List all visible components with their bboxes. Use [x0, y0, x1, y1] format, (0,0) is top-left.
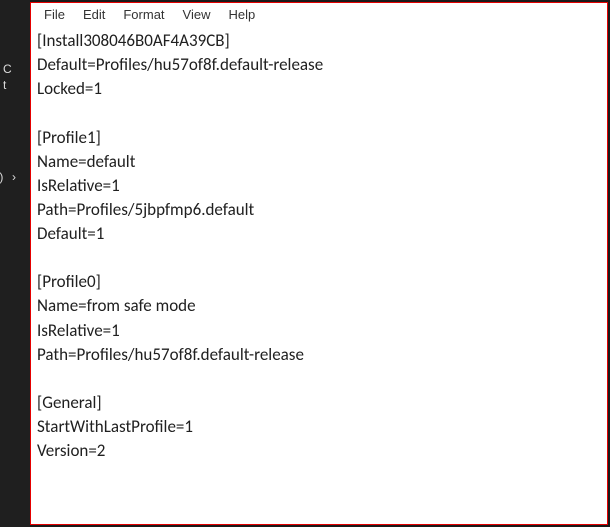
menu-format[interactable]: Format: [114, 5, 173, 24]
sidebar-text-fragment: :): [0, 170, 3, 184]
text-editor-content[interactable]: [Install308046B0AF4A39CB] Default=Profil…: [31, 25, 607, 469]
sidebar-text-fragment: t: [3, 78, 6, 92]
sidebar-text-fragment: C: [3, 62, 12, 76]
notepad-window: File Edit Format View Help [Install30804…: [30, 2, 608, 525]
chevron-right-icon: ›: [12, 170, 16, 184]
background-sidebar: C t :) ›: [0, 0, 30, 527]
menu-view[interactable]: View: [174, 5, 220, 24]
menu-bar: File Edit Format View Help: [31, 3, 607, 25]
menu-edit[interactable]: Edit: [74, 5, 114, 24]
menu-file[interactable]: File: [35, 5, 74, 24]
menu-help[interactable]: Help: [219, 5, 264, 24]
